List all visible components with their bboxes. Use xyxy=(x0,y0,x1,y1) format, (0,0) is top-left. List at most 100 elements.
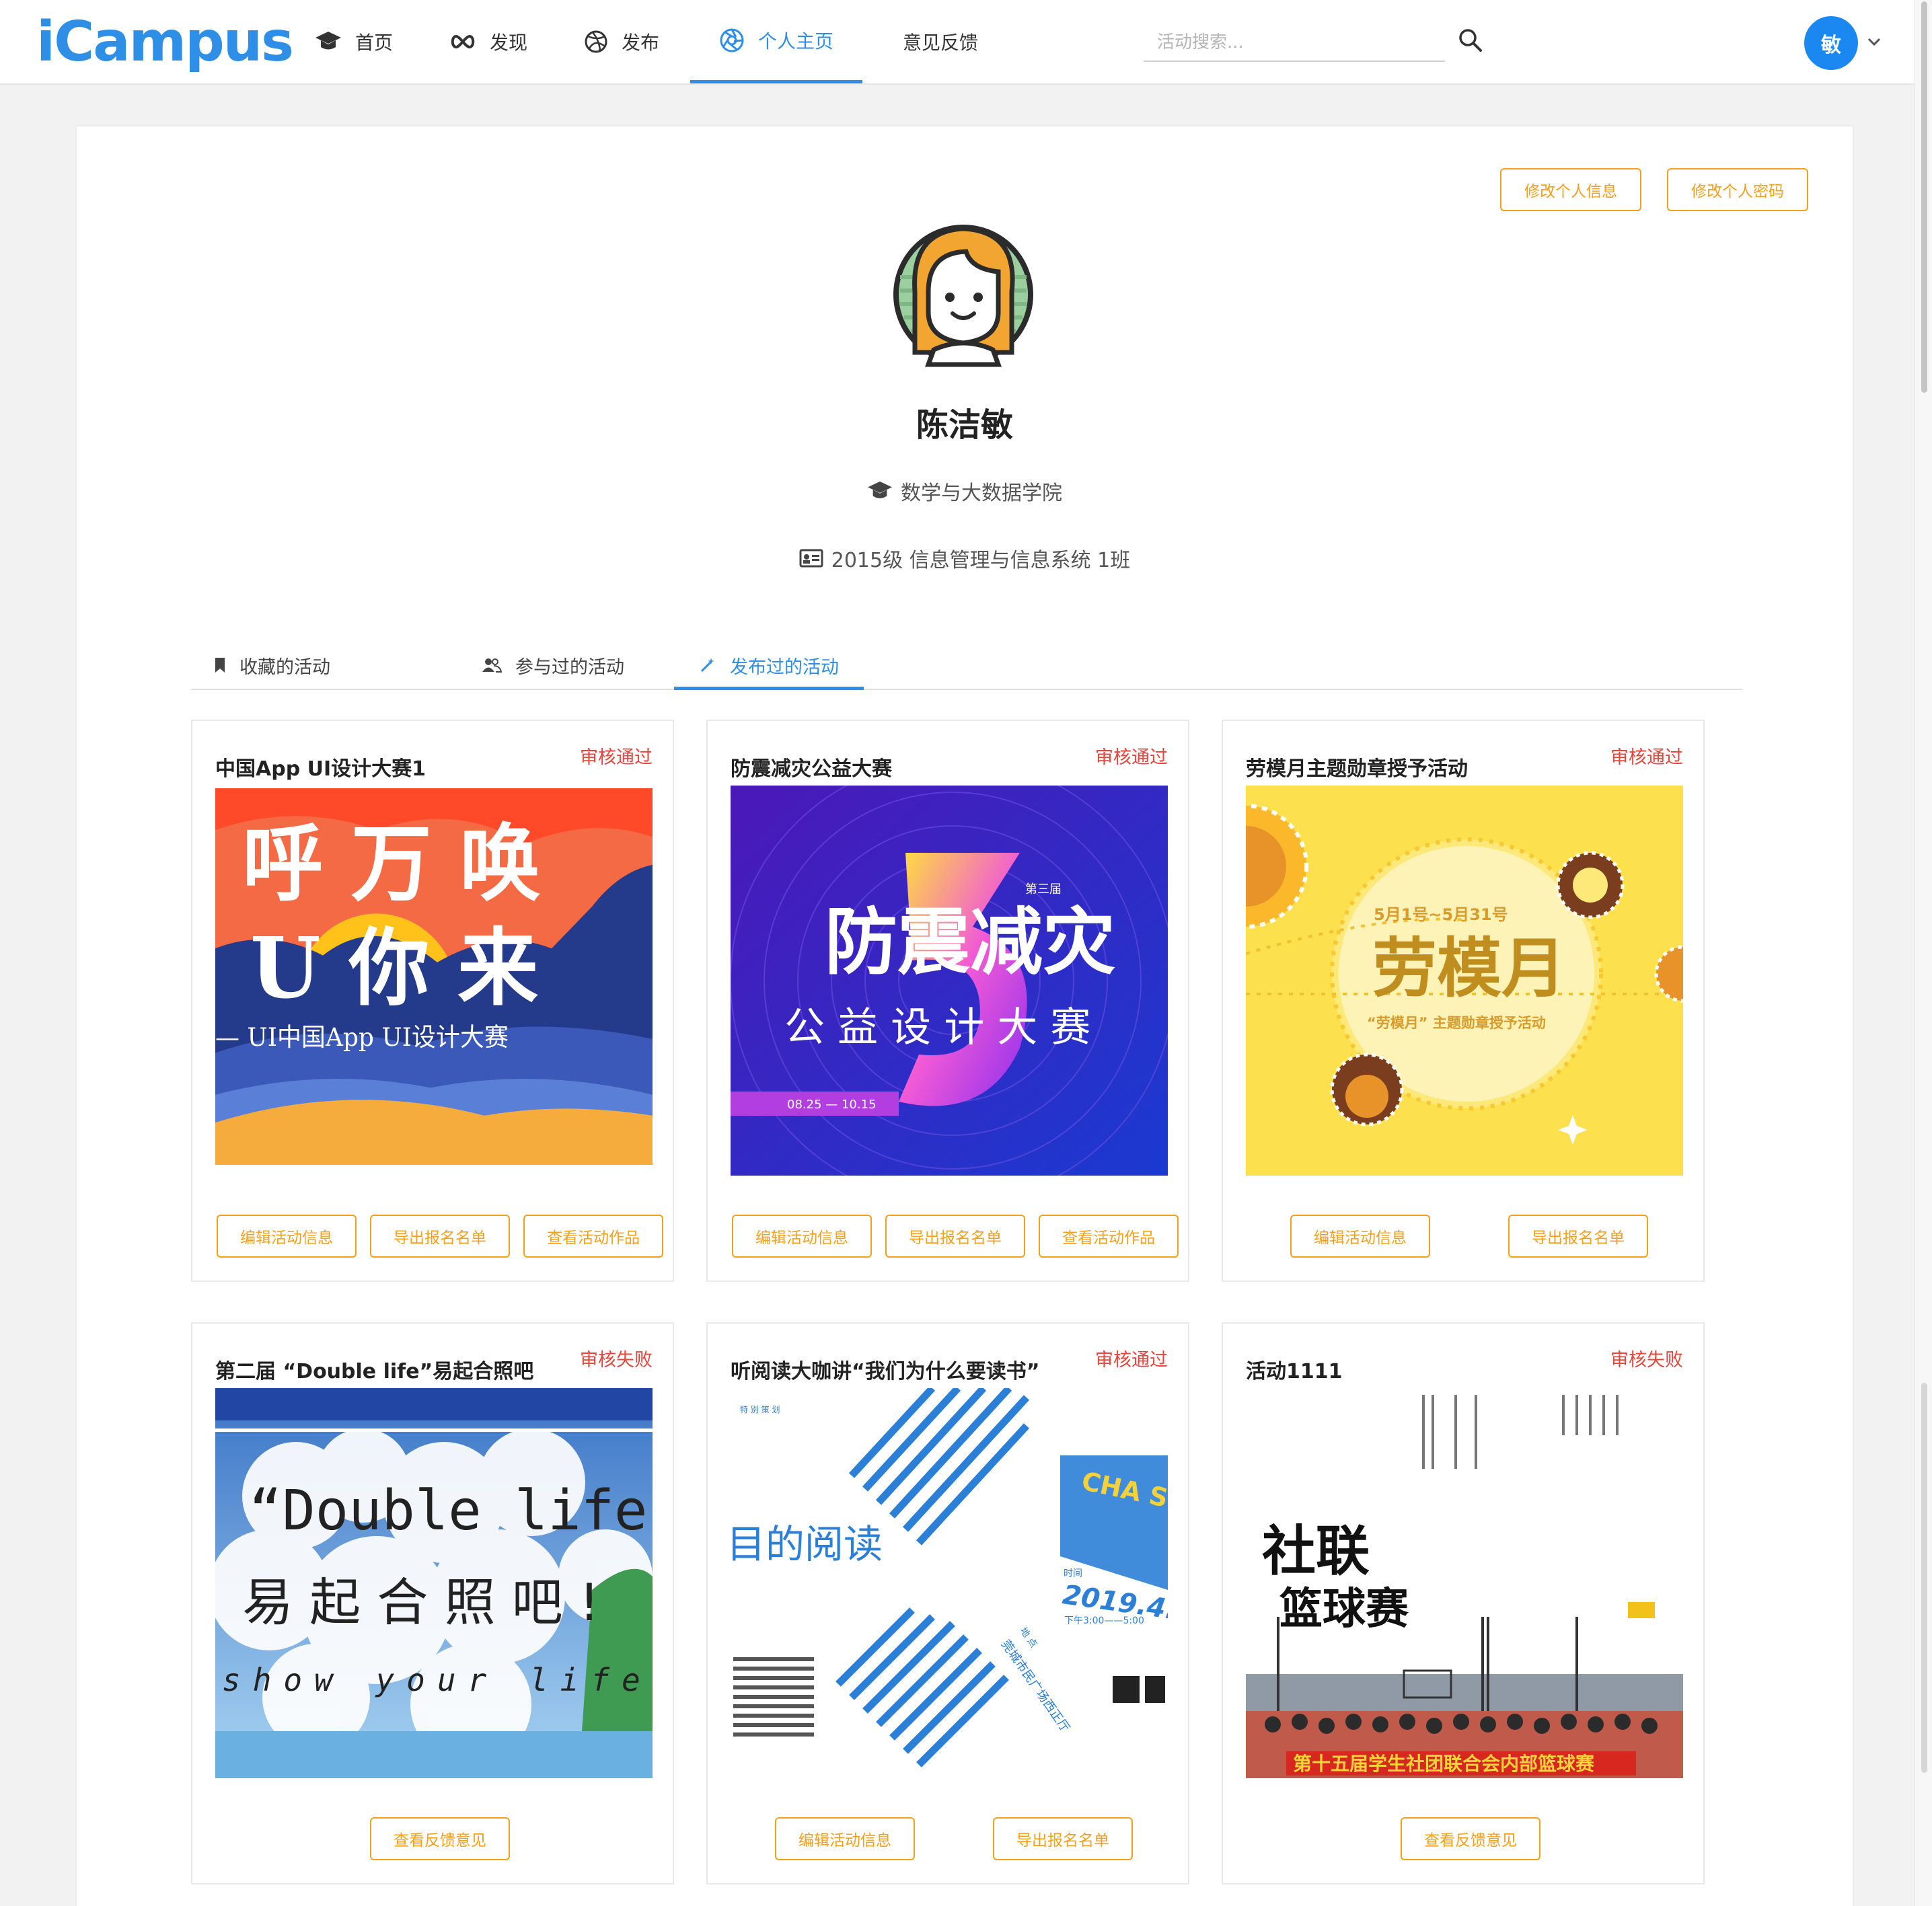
search-icon[interactable] xyxy=(1456,26,1485,55)
status-badge: 审核失败 xyxy=(1610,1350,1683,1371)
card-title: 劳模月主题勋章授予活动 xyxy=(1246,757,1468,781)
activity-card[interactable]: 劳模月主题勋章授予活动 审核通过 5月1号~5月31号 劳模月 “劳模月” 主题… xyxy=(1222,720,1705,1282)
profile-panel: 修改个人信息 修改个人密码 陈洁敏 数学与大数据学院 2015级 信息管理与信息… xyxy=(75,125,1854,1906)
poster-line1: 社联 xyxy=(1262,1520,1370,1583)
activity-poster[interactable]: “Double life” 易 起 合 照 吧 ! show your life xyxy=(215,1388,653,1778)
edit-activity-button[interactable]: 编辑活动信息 xyxy=(217,1215,357,1258)
tab-participated-label: 参与过的活动 xyxy=(515,657,624,678)
magic-wand-icon xyxy=(700,658,714,673)
status-badge: 审核通过 xyxy=(1095,747,1168,768)
poster-date: 08.25 — 10.15 xyxy=(787,1098,877,1112)
tab-favorites[interactable]: 收藏的活动 xyxy=(214,652,330,690)
poster-banner: 第十五届学生社团联合会内部篮球赛 xyxy=(1293,1753,1595,1775)
poster-line1: 目的阅读 xyxy=(731,1521,883,1567)
edit-password-button[interactable]: 修改个人密码 xyxy=(1667,168,1808,211)
activity-card[interactable]: 防震减灾公益大赛 审核通过 第三届 防震减灾 公 益 设 计 大 赛 08.25… xyxy=(706,720,1189,1282)
poster-line2: 篮球赛 xyxy=(1279,1585,1409,1634)
poster-time-label: 时间 xyxy=(1064,1568,1082,1579)
infinity-icon xyxy=(451,34,475,49)
id-card-icon xyxy=(799,549,823,568)
card-title: 防震减灾公益大赛 xyxy=(731,757,892,781)
edit-activity-button[interactable]: 编辑活动信息 xyxy=(732,1215,872,1258)
activity-poster[interactable]: 第三届 防震减灾 公 益 设 计 大 赛 08.25 — 10.15 xyxy=(731,786,1168,1176)
activity-card[interactable]: 听阅读大咖讲“我们为什么要读书” 审核通过 CHA STARTS READING… xyxy=(706,1322,1189,1884)
export-signup-button[interactable]: 导出报名名单 xyxy=(885,1215,1025,1258)
nav-home[interactable]: 首页 xyxy=(315,0,393,83)
nav-profile[interactable]: 个人主页 xyxy=(690,0,862,83)
export-signup-button[interactable]: 导出报名名单 xyxy=(370,1215,510,1258)
view-feedback-button[interactable]: 查看反馈意见 xyxy=(1401,1817,1540,1860)
nav-publish[interactable]: 发布 xyxy=(584,0,659,83)
nav-discover[interactable]: 发现 xyxy=(449,0,527,83)
activity-poster[interactable]: 5月1号~5月31号 劳模月 “劳模月” 主题勋章授予活动 xyxy=(1246,786,1683,1176)
aperture-icon xyxy=(720,28,744,52)
poster-line1: 防震减灾 xyxy=(825,901,1115,985)
bookmark-icon xyxy=(215,658,225,673)
edit-activity-button[interactable]: 编辑活动信息 xyxy=(1290,1215,1430,1258)
poster-date: 5月1号~5月31号 xyxy=(1374,905,1508,924)
activity-tabs: 收藏的活动 参与过的活动 发布过的活动 xyxy=(191,652,1742,690)
page-scrollbar[interactable] xyxy=(1915,0,1932,1906)
nav-feedback[interactable]: 意见反馈 xyxy=(903,0,978,83)
edit-profile-button[interactable]: 修改个人信息 xyxy=(1500,168,1641,211)
nav-discover-label: 发现 xyxy=(490,32,528,54)
status-badge: 审核通过 xyxy=(580,747,653,768)
view-works-button[interactable]: 查看活动作品 xyxy=(1039,1215,1179,1258)
card-title: 中国App UI设计大赛1 xyxy=(215,757,426,781)
activity-card[interactable]: 第二届 “Double life”易起合照吧 审核失败 “Double life… xyxy=(191,1322,674,1884)
activity-poster[interactable]: 社联 篮球赛 第十五届学生社团联合会内部篮球赛 xyxy=(1246,1388,1683,1778)
nav-profile-label: 个人主页 xyxy=(757,30,833,52)
nav-publish-label: 发布 xyxy=(622,32,660,54)
dribbble-icon xyxy=(585,30,607,53)
view-feedback-button[interactable]: 查看反馈意见 xyxy=(370,1817,510,1860)
poster-line3: — UI中国App UI设计大赛 xyxy=(215,1023,509,1053)
class-name: 2015级 信息管理与信息系统 1班 xyxy=(831,549,1131,572)
view-works-button[interactable]: 查看活动作品 xyxy=(523,1215,663,1258)
users-icon xyxy=(482,658,502,673)
tab-published-label: 发布过的活动 xyxy=(730,657,839,678)
class-line: 2015级 信息管理与信息系统 1班 xyxy=(77,543,1853,573)
status-badge: 审核通过 xyxy=(1095,1350,1168,1371)
college-line: 数学与大数据学院 xyxy=(77,476,1853,506)
poster-line1: 劳模月 xyxy=(1372,931,1566,1006)
nav-feedback-label: 意见反馈 xyxy=(903,32,979,54)
card-title: 第二届 “Double life”易起合照吧 xyxy=(215,1360,534,1383)
poster-side: 特 别 策 划 xyxy=(740,1404,780,1414)
poster-line1: 呼 万 唤 xyxy=(242,814,541,913)
poster-line2: U 你 来 xyxy=(250,919,538,1018)
poster-time: 下午3:00——5:00 xyxy=(1064,1615,1144,1626)
user-avatar[interactable]: 敏 xyxy=(1804,16,1858,70)
app-logo[interactable]: iCampus xyxy=(36,5,294,79)
card-title: 活动1111 xyxy=(1246,1360,1343,1383)
college-name: 数学与大数据学院 xyxy=(901,482,1062,505)
top-navbar: iCampus 首页 发现 发布 个人主页 意见反馈 敏 xyxy=(0,0,1915,85)
export-signup-button[interactable]: 导出报名名单 xyxy=(1508,1215,1648,1258)
export-signup-button[interactable]: 导出报名名单 xyxy=(993,1817,1133,1860)
activity-poster[interactable]: CHA STARTS READING 特 别 策 划 目的阅读 时间 2019.… xyxy=(731,1388,1168,1778)
graduation-cap-icon xyxy=(868,481,892,498)
poster-line2: 易 起 合 照 吧 ! xyxy=(242,1572,599,1632)
edit-activity-button[interactable]: 编辑活动信息 xyxy=(775,1817,915,1860)
activity-poster[interactable]: 呼 万 唤 U 你 来 — UI中国App UI设计大赛 xyxy=(215,788,653,1165)
poster-line2: “劳模月” 主题勋章授予活动 xyxy=(1367,1015,1546,1031)
poster-line2: 公 益 设 计 大 赛 xyxy=(784,1004,1090,1051)
status-badge: 审核通过 xyxy=(1610,747,1683,768)
profile-avatar xyxy=(893,225,1033,367)
tab-published[interactable]: 发布过的活动 xyxy=(674,652,864,690)
graduation-cap-icon xyxy=(315,32,341,50)
activity-card[interactable]: 中国App UI设计大赛1 审核通过 呼 万 唤 U 你 来 — UI中国App… xyxy=(191,720,674,1282)
poster-line1: “Double life” xyxy=(249,1479,653,1543)
activity-card[interactable]: 活动1111 审核失败 社联 篮球赛 第十五届学生社团联合会内部篮球赛 查看反馈… xyxy=(1222,1322,1705,1884)
search-input[interactable] xyxy=(1144,24,1445,62)
card-title: 听阅读大咖讲“我们为什么要读书” xyxy=(731,1360,1040,1383)
nav-home-label: 首页 xyxy=(355,32,394,54)
chevron-down-icon[interactable] xyxy=(1866,34,1882,50)
poster-tag: 第三届 xyxy=(1025,882,1062,897)
poster-line3: show your life xyxy=(222,1662,653,1698)
user-name: 陈洁敏 xyxy=(916,406,1013,444)
status-badge: 审核失败 xyxy=(580,1350,653,1371)
scrollbar-thumb[interactable] xyxy=(1921,1,1927,393)
scrollbar-thumb-secondary[interactable] xyxy=(1921,1383,1927,1773)
tab-favorites-label: 收藏的活动 xyxy=(239,657,330,678)
tab-participated[interactable]: 参与过的活动 xyxy=(482,652,624,690)
